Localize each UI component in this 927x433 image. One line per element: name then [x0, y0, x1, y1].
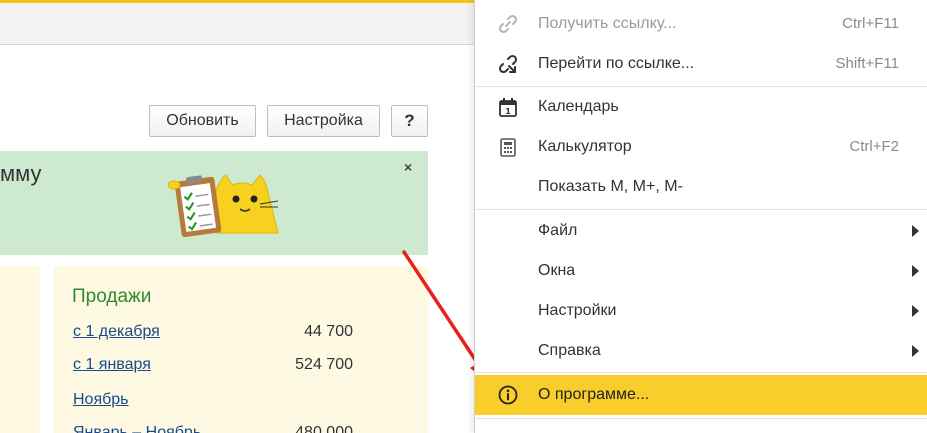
menu-item-label: Получить ссылку... [538, 15, 677, 32]
submenu-arrow-icon [912, 225, 919, 237]
main-menu: Получить ссылку... Ctrl+F11 Перейти по с… [474, 0, 927, 433]
menu-item-label: Калькулятор [538, 138, 632, 155]
menu-item-label: О программе... [538, 386, 650, 403]
help-button[interactable]: ? [391, 105, 428, 137]
menu-item-calculator[interactable]: Калькулятор Ctrl+F2 [475, 127, 927, 167]
link-icon [498, 14, 518, 34]
menu-item-file[interactable]: Файл [475, 211, 927, 251]
refresh-button[interactable]: Обновить [149, 105, 256, 137]
left-panel [0, 266, 40, 433]
banner-text: мму [0, 161, 42, 186]
sales-value: 44 700 [304, 323, 353, 340]
menu-item-follow-link[interactable]: Перейти по ссылке... Shift+F11 [475, 44, 927, 84]
sales-value: 524 700 [295, 356, 353, 373]
sales-row: Январь – Ноябрь 480 000 [73, 424, 353, 433]
menu-item-label: Показать M, M+, M- [538, 178, 683, 195]
menu-item-settings[interactable]: Настройки [475, 291, 927, 331]
calendar-icon: 1 [499, 98, 517, 117]
menu-item-help[interactable]: Справка [475, 331, 927, 371]
svg-text:1: 1 [505, 107, 511, 116]
menu-item-show-memory[interactable]: Показать M, M+, M- [475, 167, 927, 207]
settings-button[interactable]: Настройка [267, 105, 380, 137]
sales-row: Ноябрь [73, 391, 335, 411]
app-window: Обновить Настройка ? мму × Продажи с 1 д… [0, 0, 927, 433]
banner-close-button[interactable]: × [404, 159, 412, 175]
sales-row: с 1 декабря 44 700 [73, 323, 353, 343]
sales-row: с 1 января 524 700 [73, 356, 353, 376]
menu-item-label: Перейти по ссылке... [538, 55, 695, 72]
sales-period-link[interactable]: Январь – Ноябрь [73, 424, 201, 433]
menu-separator [475, 372, 927, 373]
submenu-arrow-icon [912, 265, 919, 277]
menu-separator [475, 209, 927, 210]
sales-title: Продажи [72, 286, 152, 307]
sales-period-link[interactable]: Ноябрь [73, 391, 129, 409]
menu-item-get-link[interactable]: Получить ссылку... Ctrl+F11 [475, 4, 927, 44]
sales-period-link[interactable]: с 1 декабря [73, 323, 160, 341]
menu-item-about[interactable]: О программе... [475, 375, 927, 415]
menu-item-shortcut: Ctrl+F11 [842, 15, 899, 32]
clipboard-cat-illustration [168, 174, 279, 237]
info-icon [498, 385, 518, 405]
menu-item-windows[interactable]: Окна [475, 251, 927, 291]
menu-item-shortcut: Shift+F11 [835, 55, 899, 72]
sales-panel: Продажи с 1 декабря 44 700 с 1 января 52… [53, 266, 428, 433]
submenu-arrow-icon [912, 305, 919, 317]
menu-item-calendar[interactable]: 1 Календарь [475, 87, 927, 127]
submenu-arrow-icon [912, 345, 919, 357]
menu-separator [475, 418, 927, 419]
calculator-icon [500, 138, 516, 157]
menu-item-shortcut: Ctrl+F2 [849, 138, 899, 155]
menu-item-label: Календарь [538, 98, 619, 115]
info-banner: мму × [0, 151, 428, 255]
sales-value: 480 000 [295, 424, 353, 433]
menu-item-label: Окна [538, 262, 576, 279]
menu-item-label: Настройки [538, 302, 617, 319]
menu-item-label: Справка [538, 342, 601, 359]
sales-period-link[interactable]: с 1 января [73, 356, 151, 374]
menu-item-label: Файл [538, 222, 578, 239]
follow-link-icon [498, 54, 518, 74]
